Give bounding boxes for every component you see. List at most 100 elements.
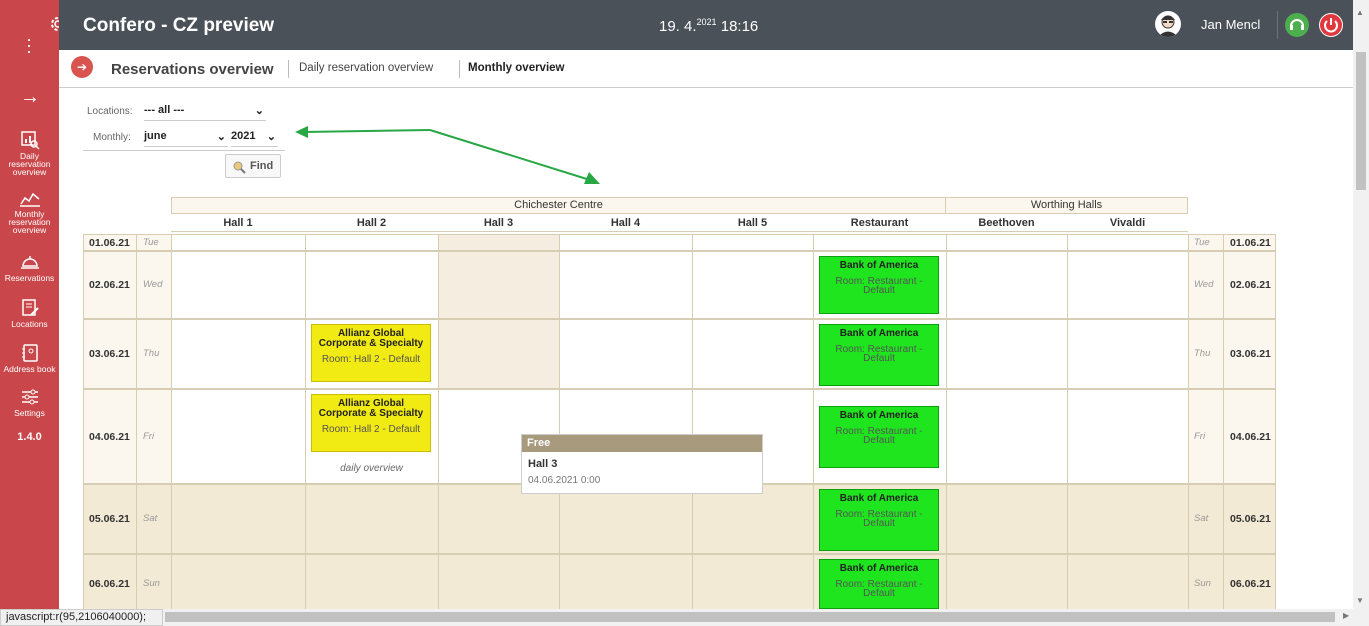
row-day: Fri <box>143 430 155 442</box>
version-label: 1.4.0 <box>17 431 42 443</box>
row-date: 02.06.21 <box>89 279 130 291</box>
row-day: Sat <box>1194 513 1209 524</box>
slot-cell[interactable] <box>171 234 306 251</box>
locations-select[interactable]: --- all --- ⌄ <box>144 104 266 121</box>
scroll-right-icon[interactable]: ▶ <box>1343 611 1349 620</box>
slot-cell[interactable] <box>438 251 560 319</box>
monthly-chart-icon <box>19 192 40 207</box>
row-date: 06.06.21 <box>1230 578 1271 590</box>
slot-cell[interactable] <box>559 319 693 389</box>
event-title: Bank of America <box>839 260 919 271</box>
back-arrow-button[interactable]: ➔ <box>71 56 93 78</box>
event-room: Room: Restaurant - Default <box>835 344 923 364</box>
event-title: Bank of America <box>839 410 919 421</box>
event-allianz[interactable]: Allianz Global Corporate & Specialty Room… <box>311 394 431 452</box>
slot-cell[interactable] <box>1067 554 1189 614</box>
slot-cell[interactable] <box>305 554 439 614</box>
slot-cell[interactable] <box>305 251 439 319</box>
slot-cell[interactable] <box>692 484 814 554</box>
tooltip-datetime: 04.06.2021 0:00 <box>528 475 601 486</box>
slot-cell[interactable] <box>305 234 439 251</box>
slot-cell[interactable] <box>946 234 1068 251</box>
slot-cell[interactable] <box>171 554 306 614</box>
slot-cell[interactable] <box>946 484 1068 554</box>
slot-cell[interactable] <box>559 234 693 251</box>
slot-cell[interactable] <box>692 234 814 251</box>
slot-cell[interactable] <box>1067 234 1189 251</box>
find-button[interactable]: Find <box>225 154 281 178</box>
avatar[interactable] <box>1155 11 1181 37</box>
slot-cell[interactable] <box>692 319 814 389</box>
row-date: 01.06.21 <box>89 236 130 249</box>
event-bank-of-america[interactable]: Bank of America Room: Restaurant - Defaul… <box>819 324 939 386</box>
expand-arrow-icon[interactable]: → <box>20 86 40 109</box>
year-select[interactable]: 2021 ⌄ <box>231 130 278 147</box>
slot-cell[interactable] <box>692 251 814 319</box>
slot-cell[interactable] <box>559 251 693 319</box>
event-room: Room: Restaurant - Default <box>835 579 923 599</box>
sidebar-item-locations[interactable]: Locations <box>0 298 59 328</box>
daily-overview-link[interactable]: daily overview <box>305 463 438 474</box>
sidebar-item-reservations[interactable]: Reservations <box>0 252 59 282</box>
chevron-down-icon: ⌄ <box>266 131 276 143</box>
vertical-scrollbar[interactable]: ▲ ▼ <box>1353 0 1369 609</box>
logout-button[interactable] <box>1319 13 1343 37</box>
slot-cell[interactable] <box>171 484 306 554</box>
horizontal-scrollbar[interactable]: ▶ <box>163 609 1369 626</box>
scroll-down-icon[interactable]: ▼ <box>1356 596 1364 605</box>
hall-header: Beethoven <box>978 217 1035 229</box>
slot-cell[interactable] <box>305 484 439 554</box>
support-button[interactable] <box>1285 13 1309 37</box>
event-bank-of-america[interactable]: Bank of America Room: Restaurant - Defaul… <box>819 559 939 609</box>
annotation-arrows <box>295 126 600 184</box>
slot-cell[interactable] <box>813 234 947 251</box>
slot-cell[interactable] <box>946 251 1068 319</box>
month-select[interactable]: june ⌄ <box>144 130 228 147</box>
event-room: Room: Hall 2 - Default <box>321 354 421 365</box>
row-day: Thu <box>1194 348 1211 359</box>
slot-cell[interactable] <box>692 554 814 614</box>
sidebar-item-monthly-overview[interactable]: Monthly reservation overview <box>0 190 59 234</box>
slot-cell[interactable] <box>171 251 306 319</box>
sidebar-item-daily-overview[interactable]: Daily reservation overview <box>0 130 59 176</box>
row-date: 03.06.21 <box>1230 348 1271 360</box>
sliders-icon <box>21 389 38 405</box>
slot-cell[interactable] <box>946 389 1068 484</box>
hall-header: Restaurant <box>850 217 909 229</box>
slot-cell[interactable] <box>1067 389 1189 484</box>
slot-cell[interactable] <box>171 389 306 484</box>
row-date: 03.06.21 <box>89 348 130 360</box>
sidebar-label: Address book <box>3 364 56 374</box>
kebab-menu-icon[interactable]: · · · <box>24 30 34 60</box>
slot-cell[interactable] <box>1067 319 1189 389</box>
slot-cell[interactable] <box>438 234 560 251</box>
slot-cell[interactable] <box>946 319 1068 389</box>
event-bank-of-america[interactable]: Bank of America Room: Restaurant - Defaul… <box>819 406 939 468</box>
event-bank-of-america[interactable]: Bank of America Room: Restaurant - Defaul… <box>819 489 939 551</box>
slot-cell[interactable] <box>438 554 560 614</box>
event-room: Room: Restaurant - Default <box>835 426 923 446</box>
event-title: Bank of America <box>839 493 919 504</box>
slot-cell[interactable] <box>559 484 693 554</box>
tab-daily-reservation-overview[interactable]: Daily reservation overview <box>299 62 433 74</box>
scrollbar-thumb[interactable] <box>1356 52 1366 190</box>
tab-monthly-overview[interactable]: Monthly overview <box>468 62 565 74</box>
event-allianz[interactable]: Allianz Global Corporate & Specialty Room… <box>311 324 431 382</box>
username[interactable]: Jan Mencl <box>1201 17 1260 32</box>
sidebar-item-settings[interactable]: Settings <box>0 387 59 417</box>
slot-cell[interactable] <box>559 554 693 614</box>
row-day: Sun <box>1194 578 1211 589</box>
scrollbar-thumb[interactable] <box>165 612 1335 622</box>
slot-cell[interactable] <box>171 319 306 389</box>
group-worthing: Worthing Halls <box>1030 199 1103 211</box>
slot-cell[interactable] <box>1067 251 1189 319</box>
sidebar-item-address-book[interactable]: Address book <box>0 343 59 373</box>
slot-cell[interactable] <box>1067 484 1189 554</box>
scroll-up-icon[interactable]: ▲ <box>1356 8 1364 17</box>
slot-cell[interactable] <box>946 554 1068 614</box>
slot-cell[interactable] <box>438 319 560 389</box>
group-chichester: Chichester Centre <box>514 199 603 211</box>
slot-cell[interactable] <box>438 484 560 554</box>
sub-navigation: ➔ Reservations overview Daily reservatio… <box>59 50 1353 88</box>
event-bank-of-america[interactable]: Bank of America Room: Restaurant - Defaul… <box>819 256 939 314</box>
